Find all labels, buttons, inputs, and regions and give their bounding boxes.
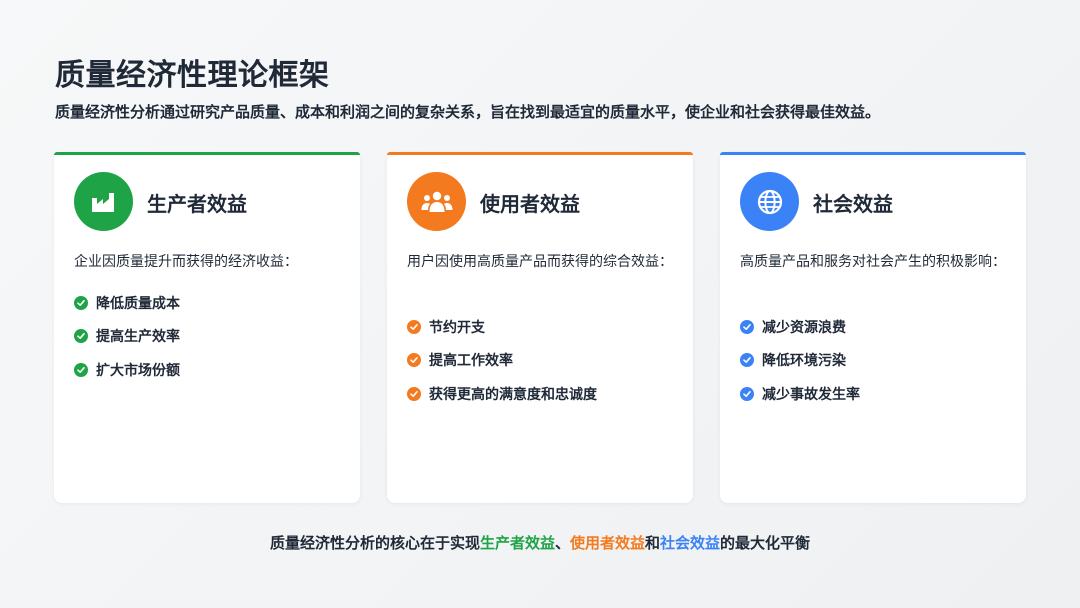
check-circle-icon <box>74 329 88 344</box>
list-item-label: 提高生产效率 <box>96 329 180 346</box>
benefit-cards: 生产者效益 企业因质量提升而获得的经济收益： 降低质量成本 提高生产效率 扩大市… <box>54 152 1026 503</box>
benefit-list: 降低质量成本 提高生产效率 扩大市场份额 <box>74 286 180 387</box>
card-title: 使用者效益 <box>480 192 580 216</box>
list-item: 节约开支 <box>407 310 597 344</box>
user-benefit-card: 使用者效益 用户因使用高质量产品而获得的综合效益： 节约开支 提高工作效率 获得… <box>387 152 693 503</box>
producer-benefit-card: 生产者效益 企业因质量提升而获得的经济收益： 降低质量成本 提高生产效率 扩大市… <box>54 152 360 503</box>
list-item-label: 扩大市场份额 <box>96 362 180 379</box>
card-description: 高质量产品和服务对社会产生的积极影响： <box>740 254 1006 270</box>
list-item: 降低环境污染 <box>740 344 860 378</box>
check-circle-icon <box>74 362 88 377</box>
list-item: 减少资源浪费 <box>740 310 860 344</box>
benefit-list: 减少资源浪费 降低环境污染 减少事故发生率 <box>740 310 860 411</box>
card-title: 社会效益 <box>813 192 893 216</box>
highlight-producer: 生产者效益 <box>479 534 555 552</box>
social-benefit-card: 社会效益 高质量产品和服务对社会产生的积极影响： 减少资源浪费 降低环境污染 减… <box>720 152 1026 503</box>
list-item-label: 减少事故发生率 <box>762 386 860 403</box>
summary-suffix: 的最大化平衡 <box>720 534 811 552</box>
list-item: 提高工作效率 <box>407 344 597 378</box>
list-item: 提高生产效率 <box>74 320 180 354</box>
check-circle-icon <box>407 386 421 401</box>
check-circle-icon <box>74 295 88 310</box>
check-circle-icon <box>740 353 754 368</box>
list-item: 降低质量成本 <box>74 286 180 320</box>
list-item-label: 降低环境污染 <box>762 353 846 370</box>
check-circle-icon <box>740 386 754 401</box>
list-item: 扩大市场份额 <box>74 353 180 387</box>
summary-separator: 、 <box>554 534 570 552</box>
list-item: 减少事故发生率 <box>740 377 860 411</box>
page-subtitle: 质量经济性分析通过研究产品质量、成本和利润之间的复杂关系，旨在找到最适宜的质量水… <box>55 103 881 121</box>
users-icon <box>407 172 466 231</box>
summary-prefix: 质量经济性分析的核心在于实现 <box>269 534 480 552</box>
check-circle-icon <box>407 319 421 334</box>
check-circle-icon <box>407 353 421 368</box>
card-description: 用户因使用高质量产品而获得的综合效益： <box>407 254 673 270</box>
card-description: 企业因质量提升而获得的经济收益： <box>74 254 298 270</box>
list-item-label: 节约开支 <box>429 319 485 336</box>
list-item: 获得更高的满意度和忠诚度 <box>407 377 597 411</box>
list-item-label: 提高工作效率 <box>429 353 513 370</box>
highlight-society: 社会效益 <box>660 534 721 552</box>
summary-statement: 质量经济性分析的核心在于实现生产者效益、使用者效益和社会效益的最大化平衡 <box>0 532 1080 553</box>
summary-connector: 和 <box>645 534 661 552</box>
page-title: 质量经济性理论框架 <box>55 58 330 93</box>
check-circle-icon <box>740 319 754 334</box>
benefit-list: 节约开支 提高工作效率 获得更高的满意度和忠诚度 <box>407 310 597 411</box>
list-item-label: 获得更高的满意度和忠诚度 <box>429 386 597 403</box>
card-title: 生产者效益 <box>147 192 247 216</box>
list-item-label: 降低质量成本 <box>96 295 180 312</box>
list-item-label: 减少资源浪费 <box>762 319 846 336</box>
highlight-user: 使用者效益 <box>569 534 645 552</box>
globe-icon <box>740 172 799 231</box>
factory-icon <box>74 172 133 231</box>
